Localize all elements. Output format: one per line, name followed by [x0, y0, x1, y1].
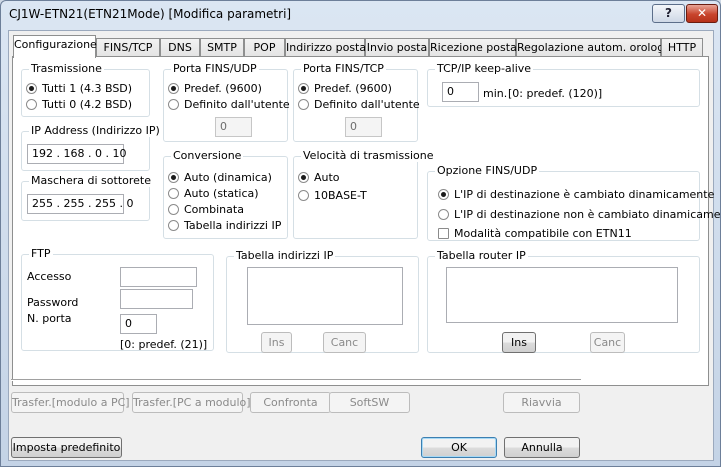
ftp-password-input[interactable] [120, 289, 193, 309]
keepalive-hint: [0: predef. (120)] [508, 87, 603, 100]
ip-address-label: IP Address (Indirizzo IP) [29, 124, 162, 137]
velocita-group: Velocità di trasmissione Auto 10BASE-T [293, 150, 436, 239]
tabella-ip-group: Tabella indirizzi IP Ins Canc [226, 250, 419, 353]
radio-vel-auto[interactable]: Auto [298, 171, 340, 184]
transfer-to-pc-button[interactable]: Trasfer.[modulo a PC] [11, 392, 130, 413]
radio-opz-non-dinamico[interactable]: L'IP di destinazione non è cambiato dina… [438, 208, 721, 221]
radio-conv-tabella[interactable]: Tabella indirizzi IP [168, 219, 281, 232]
tabella-router-ins-button[interactable]: Ins [502, 332, 536, 353]
check-etn11[interactable]: Modalità compatibile con ETN11 [438, 227, 632, 240]
conversione-group: Conversione Auto (dinamica) Auto (static… [163, 150, 288, 239]
ftp-label: FTP [29, 247, 53, 260]
tabella-router-canc-button[interactable]: Canc [590, 332, 625, 353]
opzione-udp-group: Opzione FINS/UDP L'IP di destinazione è … [427, 165, 721, 241]
radio-tcp-utente[interactable]: Definito dall'utente [298, 98, 420, 111]
softsw-button[interactable]: SoftSW [329, 392, 410, 413]
ip-address-group: IP Address (Indirizzo IP) 192 . 168 . 0 … [21, 125, 162, 171]
cancel-button[interactable]: Annulla [504, 437, 580, 458]
radio-conv-combinata[interactable]: Combinata [168, 203, 244, 216]
ftp-access-label: Accesso [27, 270, 72, 283]
tab-http[interactable]: HTTP [661, 38, 703, 57]
transfer-to-module-button[interactable]: Trasfer.[PC a modulo] [132, 392, 251, 413]
tab-smtp[interactable]: SMTP [200, 38, 244, 57]
subnet-input[interactable]: 255 . 255 . 255 . 0 [27, 194, 133, 214]
radio-tcp-predef[interactable]: Predef. (9600) [298, 82, 392, 95]
porta-udp-group: Porta FINS/UDP Predef. (9600) Definito d… [163, 63, 290, 142]
conversione-label: Conversione [171, 149, 244, 162]
ftp-port-label: N. porta [27, 312, 72, 325]
tabella-ip-label: Tabella indirizzi IP [234, 249, 336, 262]
radio-conv-statica[interactable]: Auto (statica) [168, 187, 259, 200]
window-title: CJ1W-ETN21(ETN21Mode) [Modifica parametr… [9, 7, 292, 21]
radio-tutti-1[interactable]: Tutti 1 (4.3 BSD) [26, 82, 132, 95]
tabella-router-label: Tabella router IP [435, 249, 528, 262]
subnet-label: Maschera di sottorete [29, 174, 153, 187]
udp-port-input[interactable]: 0 [215, 117, 252, 137]
configurazione-panel: Trasmissione Tutti 1 (4.3 BSD) Tutti 0 (… [12, 56, 721, 386]
tab-pop[interactable]: POP [244, 38, 285, 57]
porta-tcp-label: Porta FINS/TCP [301, 62, 386, 75]
keepalive-input[interactable]: 0 [442, 82, 479, 102]
radio-vel-10baset[interactable]: 10BASE-T [298, 189, 367, 202]
trasmissione-label: Trasmissione [29, 62, 104, 75]
tab-invio-posta[interactable]: Invio posta [365, 38, 429, 57]
ftp-password-label: Password [27, 296, 79, 309]
radio-udp-predef[interactable]: Predef. (9600) [168, 82, 262, 95]
velocita-label: Velocità di trasmissione [301, 149, 436, 162]
restart-button[interactable]: Riavvia [503, 392, 580, 413]
radio-tutti-0[interactable]: Tutti 0 (4.2 BSD) [26, 98, 132, 111]
keepalive-unit: min. [483, 87, 508, 100]
opzione-udp-label: Opzione FINS/UDP [435, 164, 540, 177]
close-button[interactable]: ✕ [686, 4, 718, 23]
tab-regolazione-orologio[interactable]: Regolazione autom. orologio [516, 38, 674, 57]
help-button[interactable]: ? [652, 4, 685, 23]
porta-tcp-group: Porta FINS/TCP Predef. (9600) Definito d… [293, 63, 420, 142]
radio-opz-dinamico[interactable]: L'IP di destinazione è cambiato dinamica… [438, 188, 714, 201]
title-bar[interactable]: CJ1W-ETN21(ETN21Mode) [Modifica parametr… [1, 1, 720, 29]
tabella-ip-list[interactable] [247, 267, 403, 325]
ok-button[interactable]: OK [421, 437, 497, 458]
tabella-router-list[interactable] [446, 267, 678, 323]
tabella-router-group: Tabella router IP Ins Canc [427, 250, 700, 353]
dialog-window: CJ1W-ETN21(ETN21Mode) [Modifica parametr… [0, 0, 721, 467]
subnet-group: Maschera di sottorete 255 . 255 . 255 . … [21, 175, 153, 221]
tab-dns[interactable]: DNS [160, 38, 200, 57]
ftp-access-input[interactable] [120, 267, 197, 287]
ftp-group: FTP Accesso Password N. porta 0 [0: pred… [21, 248, 214, 351]
radio-udp-utente[interactable]: Definito dall'utente [168, 98, 290, 111]
ip-address-input[interactable]: 192 . 168 . 0 . 10 [27, 144, 126, 164]
tab-configurazione[interactable]: Configurazione [13, 35, 97, 58]
ftp-port-input[interactable]: 0 [120, 314, 157, 334]
tab-indirizzo-posta[interactable]: Indirizzo posta [285, 38, 366, 57]
compare-button[interactable]: Confronta [250, 392, 331, 413]
porta-udp-label: Porta FINS/UDP [171, 62, 259, 75]
keepalive-label: TCP/IP keep-alive [435, 62, 534, 75]
separator [11, 379, 581, 381]
tabella-ip-canc-button[interactable]: Canc [323, 332, 366, 353]
tcp-port-input[interactable]: 0 [345, 117, 382, 137]
tab-fins-tcp[interactable]: FINS/TCP [96, 38, 160, 57]
tabella-ip-ins-button[interactable]: Ins [261, 332, 292, 353]
tab-ricezione-posta[interactable]: Ricezione posta [429, 38, 517, 57]
radio-conv-dinamica[interactable]: Auto (dinamica) [168, 171, 272, 184]
keepalive-group: TCP/IP keep-alive 0 min. [0: predef. (12… [427, 63, 700, 107]
ftp-port-hint: [0: predef. (21)] [120, 338, 208, 351]
default-settings-button[interactable]: Imposta predefinito [11, 437, 122, 458]
dialog-client: Configurazione FINS/TCP DNS SMTP POP Ind… [8, 30, 721, 461]
trasmissione-group: Trasmissione Tutti 1 (4.3 BSD) Tutti 0 (… [21, 63, 150, 117]
